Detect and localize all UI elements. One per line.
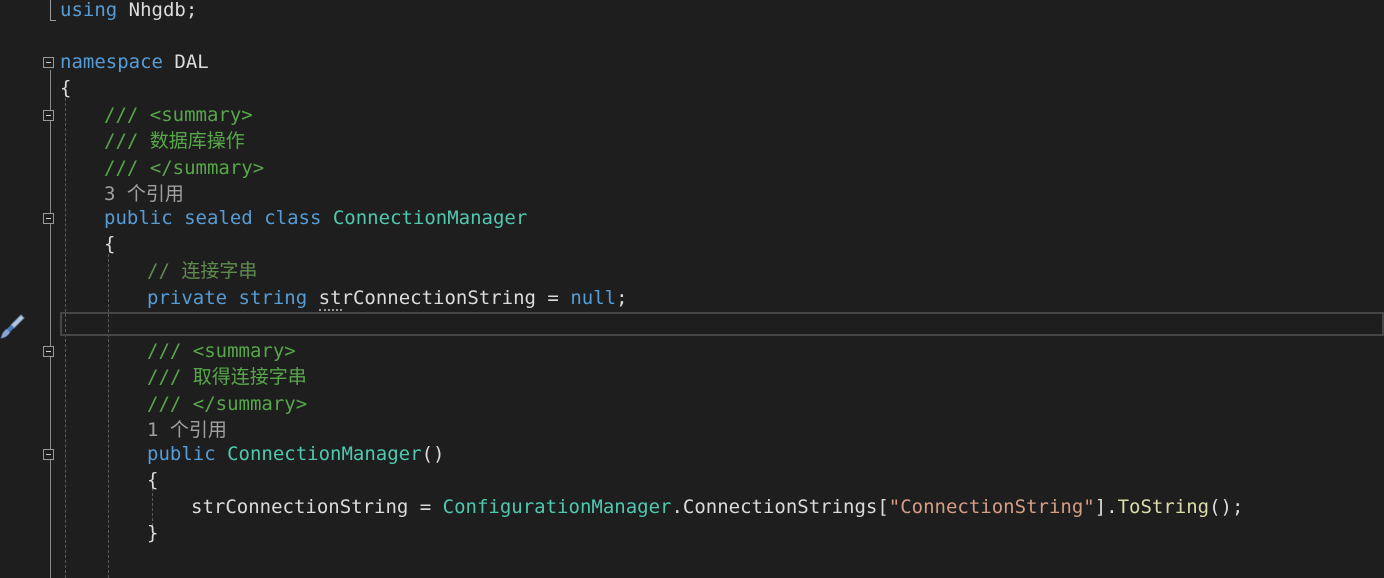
fold-toggle-ctor[interactable] xyxy=(43,449,54,460)
assign-operator: = xyxy=(408,496,443,518)
ctor-name: ConnectionManager xyxy=(227,443,422,465)
code-line-class-decl[interactable]: public sealed class ConnectionManager xyxy=(104,205,527,231)
current-line-highlight xyxy=(60,312,1384,336)
connection-string-key: "ConnectionString" xyxy=(888,496,1095,518)
codelens-references-ctor[interactable]: 1 个引用 xyxy=(147,417,227,443)
code-line-summary-get[interactable]: /// 取得连接字串 xyxy=(147,364,307,390)
code-line-namespace[interactable]: namespace DAL xyxy=(60,49,209,75)
code-line-summary-db[interactable]: /// 数据库操作 xyxy=(104,128,245,154)
keyword-using: using xyxy=(60,0,118,21)
keyword-sealed: sealed xyxy=(184,207,253,229)
fold-toggle-ctor-summary[interactable] xyxy=(43,346,54,357)
code-line-class-open[interactable]: { xyxy=(104,231,115,257)
codelens-references-class[interactable]: 3 个引用 xyxy=(104,181,184,207)
keyword-null: null xyxy=(570,287,617,309)
code-line-summary-close-ctor[interactable]: /// </summary> xyxy=(147,391,307,417)
indent-guide-namespace xyxy=(65,98,66,578)
namespace-import: Nhgdb; xyxy=(117,0,198,21)
ctor-parens: () xyxy=(421,443,445,465)
code-line-namespace-open[interactable]: { xyxy=(60,75,71,101)
code-editor[interactable]: using Nhgdb; namespace DAL { /// <summar… xyxy=(0,0,1384,578)
class-name: ConnectionManager xyxy=(332,207,528,229)
brace-close: } xyxy=(147,522,159,544)
code-line-summary-open[interactable]: /// <summary> xyxy=(104,102,253,128)
configuration-manager-type: ConfigurationManager xyxy=(442,496,672,518)
keyword-public: public xyxy=(104,207,173,229)
field-name: rConnectionString xyxy=(341,287,536,309)
keyword-public: public xyxy=(147,443,216,465)
brace-open: { xyxy=(104,233,116,255)
namespace-name: DAL xyxy=(162,51,209,73)
code-line-summary-open-ctor[interactable]: /// <summary> xyxy=(147,338,296,364)
keyword-namespace: namespace xyxy=(60,51,163,73)
keyword-class: class xyxy=(264,207,322,229)
brace-open: { xyxy=(147,469,159,491)
keyword-private: private xyxy=(147,287,228,309)
code-line-assignment[interactable]: strConnectionString = ConfigurationManag… xyxy=(191,494,1243,520)
brace-open: { xyxy=(60,77,72,99)
indexer-close: ]. xyxy=(1094,496,1118,518)
tostring-method: ToString xyxy=(1117,496,1210,518)
assign-target: strConnectionString xyxy=(191,496,409,518)
field-name-suggestion: st xyxy=(318,287,342,311)
fold-toggle-namespace[interactable] xyxy=(43,57,54,68)
assign-operator: = xyxy=(535,287,571,309)
code-line-summary-close[interactable]: /// </summary> xyxy=(104,155,264,181)
call-end: (); xyxy=(1209,496,1244,518)
code-line-ctor-decl[interactable]: public ConnectionManager() xyxy=(147,441,444,467)
keyword-string: string xyxy=(238,287,308,309)
code-line-ctor-close[interactable]: } xyxy=(147,520,158,546)
code-line-comment-connection[interactable]: // 连接字串 xyxy=(147,258,257,284)
fold-toggle-class[interactable] xyxy=(43,213,54,224)
indent-guide-class xyxy=(108,254,109,578)
code-line-ctor-open[interactable]: { xyxy=(147,467,158,493)
outline-corner-mark xyxy=(50,0,56,21)
brush-icon[interactable] xyxy=(0,312,26,340)
fold-toggle-class-summary[interactable] xyxy=(43,110,54,121)
code-line-using[interactable]: using Nhgdb; xyxy=(60,0,197,23)
outline-line-namespace xyxy=(50,70,51,578)
semicolon: ; xyxy=(616,287,628,309)
code-line-field[interactable]: private string strConnectionString = nul… xyxy=(147,285,628,311)
connection-strings-member: .ConnectionStrings[ xyxy=(671,496,889,518)
